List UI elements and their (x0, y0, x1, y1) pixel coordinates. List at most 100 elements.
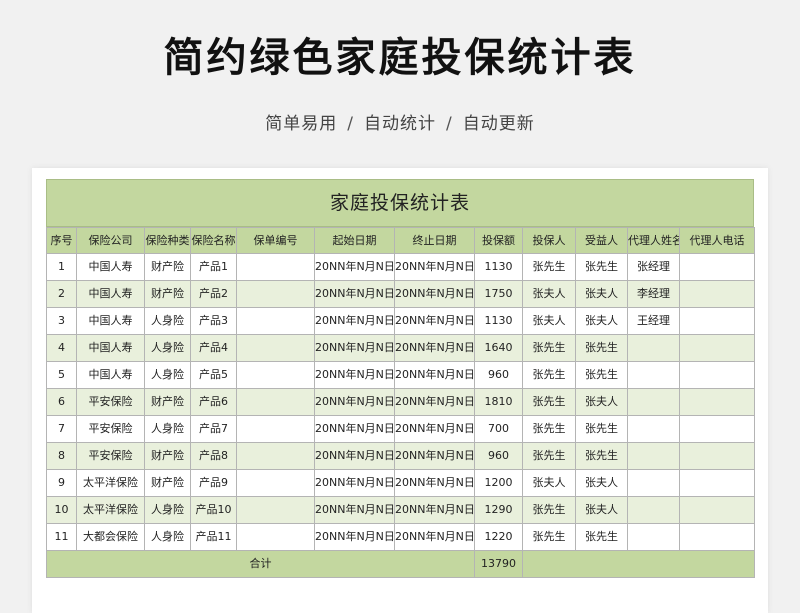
cell-end-date[interactable]: 20NN年N月N日 (394, 496, 475, 524)
cell-amount[interactable]: 1220 (474, 523, 523, 551)
cell-start-date[interactable]: 20NN年N月N日 (314, 415, 395, 443)
cell-policy-no[interactable] (236, 388, 315, 416)
cell-index[interactable]: 8 (46, 442, 77, 470)
cell-policyholder[interactable]: 张先生 (522, 361, 576, 389)
cell-start-date[interactable]: 20NN年N月N日 (314, 442, 395, 470)
cell-amount[interactable]: 1290 (474, 496, 523, 524)
total-label[interactable]: 合计 (46, 550, 475, 578)
cell-amount[interactable]: 1130 (474, 307, 523, 335)
cell-beneficiary[interactable]: 张夫人 (575, 388, 628, 416)
cell-amount[interactable]: 1200 (474, 469, 523, 497)
cell-name[interactable]: 产品6 (190, 388, 237, 416)
cell-company[interactable]: 中国人寿 (76, 334, 145, 362)
cell-start-date[interactable]: 20NN年N月N日 (314, 523, 395, 551)
cell-agent-phone[interactable] (679, 334, 755, 362)
column-header-agent-phone[interactable]: 代理人电话 (679, 227, 755, 254)
cell-policyholder[interactable]: 张先生 (522, 334, 576, 362)
cell-policyholder[interactable]: 张先生 (522, 442, 576, 470)
cell-agent-name[interactable] (627, 415, 680, 443)
cell-agent-name[interactable] (627, 361, 680, 389)
cell-type[interactable]: 人身险 (144, 523, 191, 551)
cell-amount[interactable]: 1750 (474, 280, 523, 308)
cell-name[interactable]: 产品9 (190, 469, 237, 497)
cell-agent-name[interactable] (627, 523, 680, 551)
cell-agent-name[interactable] (627, 442, 680, 470)
cell-beneficiary[interactable]: 张先生 (575, 523, 628, 551)
cell-start-date[interactable]: 20NN年N月N日 (314, 334, 395, 362)
cell-type[interactable]: 财产险 (144, 253, 191, 281)
cell-beneficiary[interactable]: 张夫人 (575, 307, 628, 335)
cell-end-date[interactable]: 20NN年N月N日 (394, 307, 475, 335)
cell-agent-phone[interactable] (679, 442, 755, 470)
cell-policyholder[interactable]: 张夫人 (522, 307, 576, 335)
cell-start-date[interactable]: 20NN年N月N日 (314, 253, 395, 281)
cell-agent-name[interactable] (627, 469, 680, 497)
cell-amount[interactable]: 700 (474, 415, 523, 443)
column-header-index[interactable]: 序号 (46, 227, 77, 254)
cell-start-date[interactable]: 20NN年N月N日 (314, 361, 395, 389)
cell-name[interactable]: 产品8 (190, 442, 237, 470)
cell-name[interactable]: 产品7 (190, 415, 237, 443)
cell-type[interactable]: 财产险 (144, 469, 191, 497)
cell-policy-no[interactable] (236, 442, 315, 470)
cell-amount[interactable]: 1130 (474, 253, 523, 281)
cell-type[interactable]: 人身险 (144, 307, 191, 335)
cell-name[interactable]: 产品2 (190, 280, 237, 308)
column-header-type[interactable]: 保险种类 (144, 227, 191, 254)
cell-policyholder[interactable]: 张先生 (522, 523, 576, 551)
cell-agent-phone[interactable] (679, 523, 755, 551)
cell-beneficiary[interactable]: 张夫人 (575, 496, 628, 524)
cell-policyholder[interactable]: 张先生 (522, 496, 576, 524)
cell-policy-no[interactable] (236, 253, 315, 281)
total-empty-cell[interactable] (522, 550, 755, 578)
cell-start-date[interactable]: 20NN年N月N日 (314, 469, 395, 497)
cell-start-date[interactable]: 20NN年N月N日 (314, 388, 395, 416)
cell-name[interactable]: 产品10 (190, 496, 237, 524)
cell-company[interactable]: 中国人寿 (76, 361, 145, 389)
cell-name[interactable]: 产品1 (190, 253, 237, 281)
cell-policyholder[interactable]: 张夫人 (522, 280, 576, 308)
column-header-policy-no[interactable]: 保单编号 (236, 227, 315, 254)
cell-policyholder[interactable]: 张先生 (522, 388, 576, 416)
cell-beneficiary[interactable]: 张先生 (575, 415, 628, 443)
column-header-name[interactable]: 保险名称 (190, 227, 237, 254)
cell-name[interactable]: 产品3 (190, 307, 237, 335)
cell-name[interactable]: 产品11 (190, 523, 237, 551)
cell-type[interactable]: 人身险 (144, 334, 191, 362)
cell-type[interactable]: 财产险 (144, 280, 191, 308)
cell-index[interactable]: 11 (46, 523, 77, 551)
cell-agent-name[interactable]: 王经理 (627, 307, 680, 335)
cell-beneficiary[interactable]: 张夫人 (575, 469, 628, 497)
cell-start-date[interactable]: 20NN年N月N日 (314, 307, 395, 335)
cell-policy-no[interactable] (236, 469, 315, 497)
cell-amount[interactable]: 1640 (474, 334, 523, 362)
cell-agent-phone[interactable] (679, 361, 755, 389)
cell-policy-no[interactable] (236, 496, 315, 524)
column-header-company[interactable]: 保险公司 (76, 227, 145, 254)
cell-end-date[interactable]: 20NN年N月N日 (394, 469, 475, 497)
cell-end-date[interactable]: 20NN年N月N日 (394, 253, 475, 281)
cell-index[interactable]: 6 (46, 388, 77, 416)
cell-policy-no[interactable] (236, 280, 315, 308)
total-amount[interactable]: 13790 (474, 550, 523, 578)
cell-beneficiary[interactable]: 张先生 (575, 253, 628, 281)
cell-company[interactable]: 中国人寿 (76, 280, 145, 308)
cell-agent-phone[interactable] (679, 469, 755, 497)
cell-agent-name[interactable] (627, 334, 680, 362)
cell-beneficiary[interactable]: 张先生 (575, 361, 628, 389)
cell-policyholder[interactable]: 张先生 (522, 253, 576, 281)
cell-policyholder[interactable]: 张夫人 (522, 469, 576, 497)
cell-index[interactable]: 3 (46, 307, 77, 335)
cell-company[interactable]: 太平洋保险 (76, 496, 145, 524)
cell-start-date[interactable]: 20NN年N月N日 (314, 280, 395, 308)
cell-type[interactable]: 人身险 (144, 361, 191, 389)
cell-policy-no[interactable] (236, 361, 315, 389)
cell-agent-phone[interactable] (679, 307, 755, 335)
cell-agent-name[interactable] (627, 496, 680, 524)
cell-agent-name[interactable]: 张经理 (627, 253, 680, 281)
cell-company[interactable]: 大都会保险 (76, 523, 145, 551)
cell-policy-no[interactable] (236, 307, 315, 335)
cell-index[interactable]: 10 (46, 496, 77, 524)
column-header-start-date[interactable]: 起始日期 (314, 227, 395, 254)
cell-company[interactable]: 平安保险 (76, 415, 145, 443)
